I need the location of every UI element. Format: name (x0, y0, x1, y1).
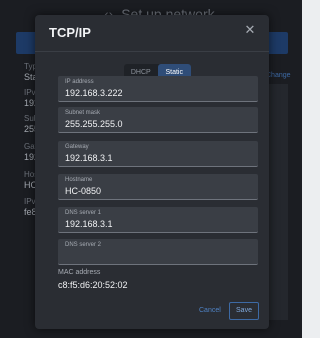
field-value: 192.168.3.1 (65, 219, 113, 229)
hostname-field[interactable]: Hostname HC-0850 (58, 174, 258, 200)
field-value: 192.168.3.1 (65, 153, 113, 163)
field-label: Gateway (65, 144, 89, 150)
field-label: IP address (65, 79, 94, 85)
mac-address-label: MAC address (58, 269, 101, 276)
field-label: Hostname (65, 177, 93, 183)
cancel-button[interactable]: Cancel (199, 307, 221, 314)
dialog-title: TCP/IP (49, 25, 91, 40)
field-value: HC-0850 (65, 186, 102, 196)
dns-server-2-field[interactable]: DNS server 2 (58, 239, 258, 265)
field-label: DNS server 2 (65, 242, 102, 248)
subnet-mask-field[interactable]: Subnet mask 255.255.255.0 (58, 107, 258, 133)
close-icon[interactable]: ✕ (241, 21, 259, 39)
field-label: Subnet mask (65, 110, 101, 116)
mac-address-value: c8:f5:d6:20:52:02 (58, 280, 128, 290)
tcpip-dialog: TCP/IP ✕ DHCP Static IP address 192.168.… (35, 15, 269, 329)
dialog-header: TCP/IP ✕ (35, 15, 269, 51)
ip-address-field[interactable]: IP address 192.168.3.222 (58, 76, 258, 102)
field-label: DNS server 1 (65, 210, 102, 216)
gateway-field[interactable]: Gateway 192.168.3.1 (58, 141, 258, 167)
app-frame: ‹› Set up network Type Static IPv4 add 1… (0, 0, 302, 338)
field-value: 255.255.255.0 (65, 119, 123, 129)
header-divider (35, 51, 269, 52)
save-button[interactable]: Save (229, 302, 259, 320)
dns-server-1-field[interactable]: DNS server 1 192.168.3.1 (58, 207, 258, 233)
background-change-link: Change (266, 72, 291, 79)
field-value: 192.168.3.222 (65, 88, 123, 98)
